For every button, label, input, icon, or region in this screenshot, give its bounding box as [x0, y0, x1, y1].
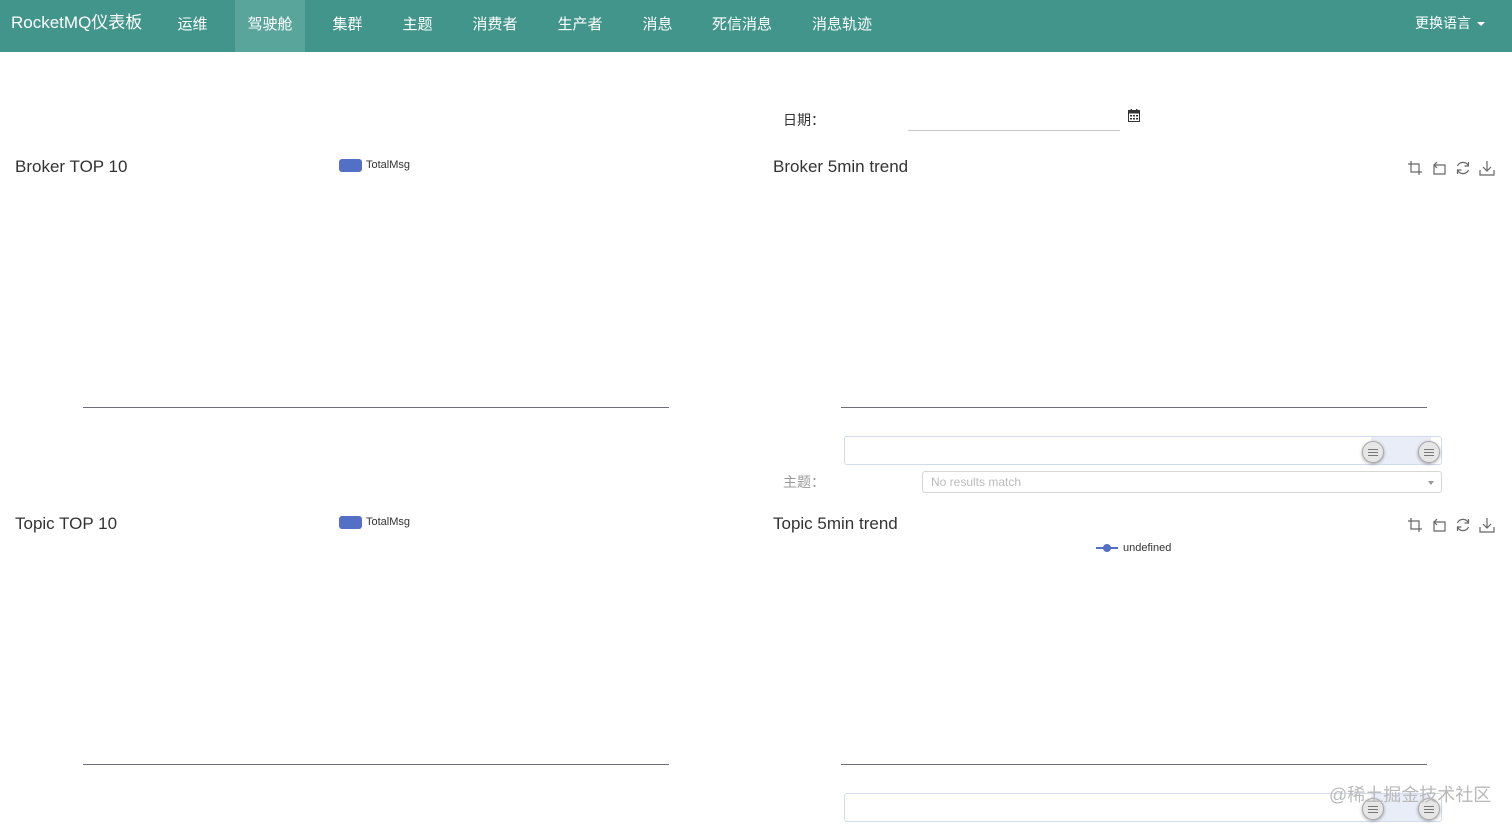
- nav-item-cockpit[interactable]: 驾驶舱: [235, 0, 305, 52]
- topic-select-placeholder: No results match: [931, 475, 1022, 489]
- broker-trend-slider-end-handle[interactable]: [1418, 441, 1440, 463]
- zoom-icon[interactable]: [1407, 517, 1423, 533]
- zoom-reset-icon[interactable]: [1431, 160, 1447, 176]
- nav-item-message[interactable]: 消息: [630, 0, 685, 52]
- broker-top10-title: Broker TOP 10: [15, 157, 128, 176]
- save-image-icon[interactable]: [1479, 160, 1495, 176]
- broker-top10-x-axis: [83, 407, 669, 408]
- topic-trend-legend-label[interactable]: undefined: [1123, 542, 1171, 554]
- language-label: 更换语言: [1415, 15, 1471, 31]
- restore-icon[interactable]: [1455, 160, 1471, 176]
- top-navbar: RocketMQ仪表板 运维 驾驶舱 集群 主题 消费者 生产者 消息 死信消息…: [0, 0, 1512, 52]
- topic-trend-x-axis: [841, 764, 1427, 765]
- nav-item-producer[interactable]: 生产者: [545, 0, 615, 52]
- nav-item-consumer[interactable]: 消费者: [461, 0, 529, 52]
- save-image-icon[interactable]: [1479, 517, 1495, 533]
- broker-trend-x-axis: [841, 407, 1427, 408]
- select-arrow-icon: [1428, 481, 1434, 485]
- date-input[interactable]: [908, 108, 1120, 131]
- topic-trend-legend-marker[interactable]: [1103, 544, 1111, 552]
- brand-logo-text[interactable]: RocketMQ仪表板: [11, 0, 142, 45]
- restore-icon[interactable]: [1455, 517, 1471, 533]
- topic-top10-title: Topic TOP 10: [15, 514, 118, 533]
- topic-filter-label: 主题：: [783, 474, 825, 490]
- nav-item-cluster[interactable]: 集群: [320, 0, 375, 52]
- zoom-reset-icon[interactable]: [1431, 517, 1447, 533]
- topic-select[interactable]: No results match: [922, 471, 1442, 493]
- zoom-icon[interactable]: [1407, 160, 1423, 176]
- date-label: 日期：: [783, 112, 825, 128]
- language-dropdown[interactable]: 更换语言: [1415, 0, 1485, 46]
- caret-down-icon: [1477, 22, 1485, 27]
- topic-top10-legend-label[interactable]: TotalMsg: [366, 516, 410, 528]
- topic-top10-legend-swatch[interactable]: [339, 516, 362, 529]
- nav-item-dlq-message[interactable]: 死信消息: [700, 0, 784, 52]
- topic-top10-x-axis: [83, 764, 669, 765]
- calendar-icon[interactable]: [1128, 109, 1140, 127]
- topic-trend-title: Topic 5min trend: [773, 514, 898, 533]
- broker-top10-legend-label[interactable]: TotalMsg: [366, 159, 410, 171]
- broker-trend-title: Broker 5min trend: [773, 157, 909, 176]
- broker-trend-datazoom-slider[interactable]: [844, 436, 1442, 465]
- nav-item-ops[interactable]: 运维: [165, 0, 220, 52]
- broker-top10-legend-swatch[interactable]: [339, 159, 362, 172]
- watermark-text: @稀土掘金技术社区: [1329, 785, 1492, 805]
- nav-item-message-trace[interactable]: 消息轨迹: [800, 0, 884, 52]
- nav-item-topic[interactable]: 主题: [390, 0, 445, 52]
- broker-trend-slider-start-handle[interactable]: [1362, 441, 1384, 463]
